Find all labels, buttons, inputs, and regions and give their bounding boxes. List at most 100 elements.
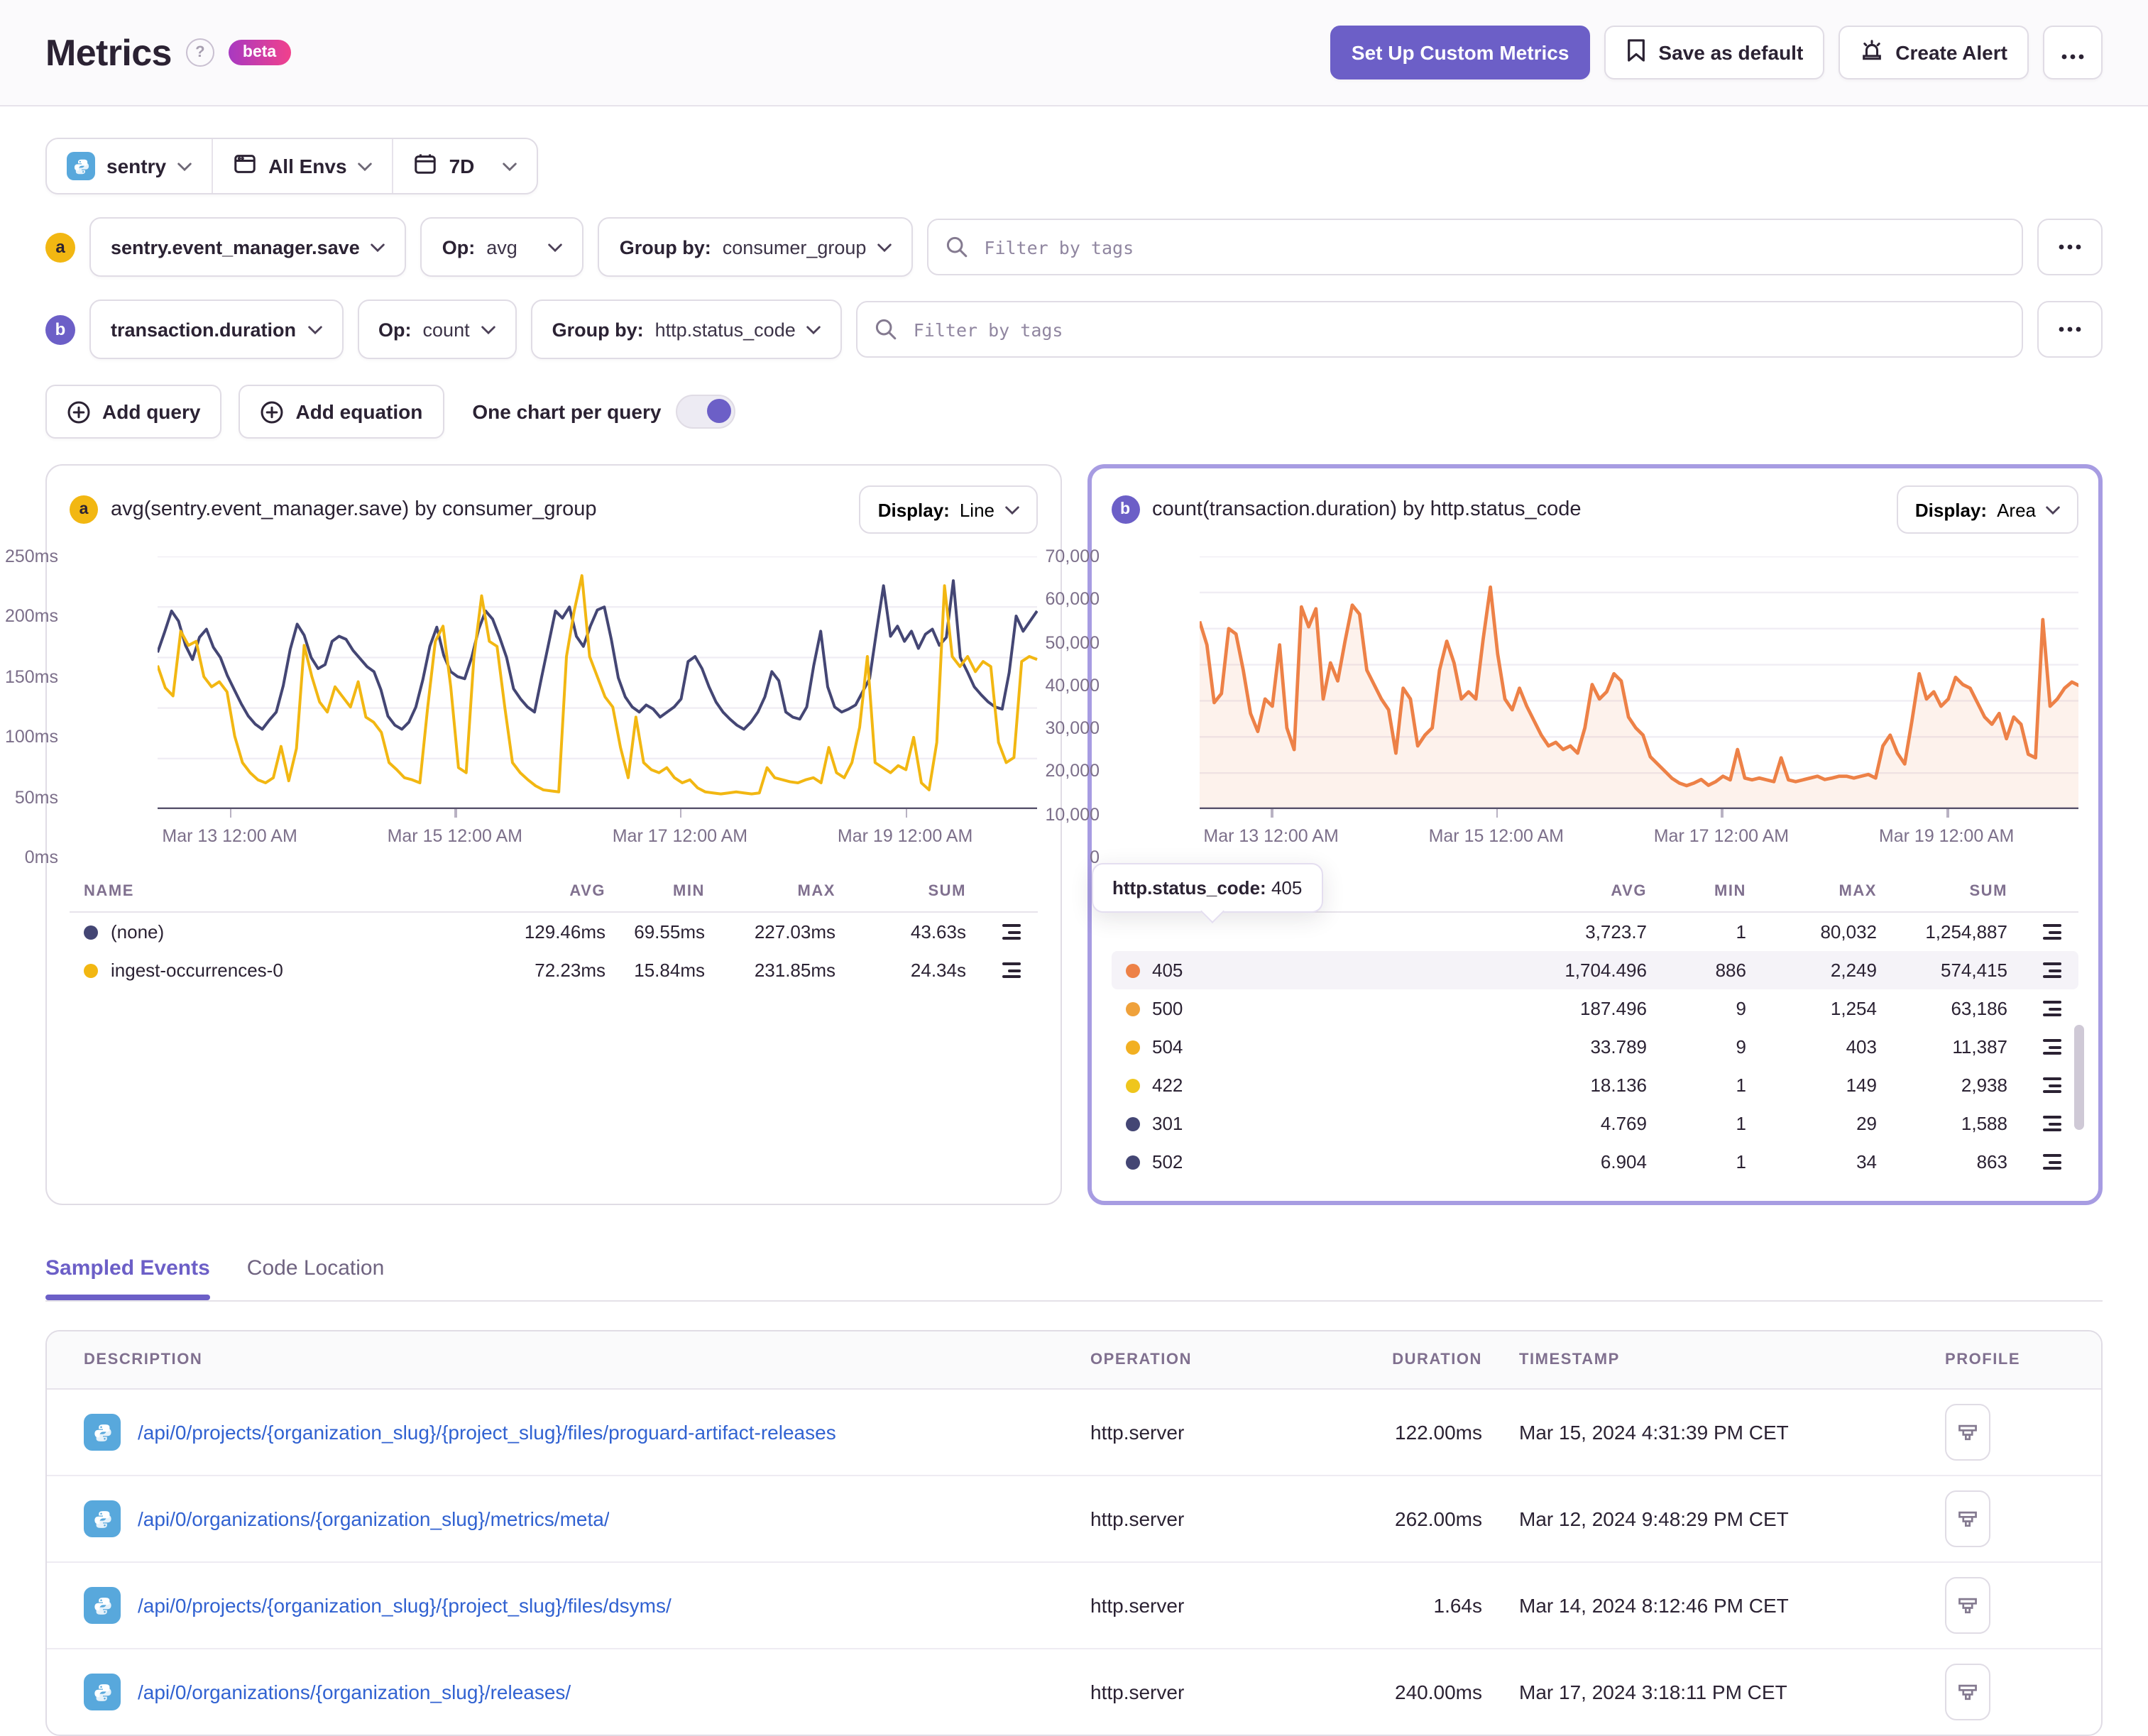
- series-name: 405: [1152, 960, 1183, 981]
- profile-button[interactable]: [1945, 1490, 1990, 1547]
- event-operation: http.server: [1090, 1421, 1185, 1444]
- series-menu-icon[interactable]: [2040, 996, 2064, 1021]
- series-dot: [1125, 1040, 1139, 1054]
- calendar-icon: [414, 152, 438, 180]
- op-select-a[interactable]: Op: avg: [420, 217, 584, 277]
- one-chart-per-query-toggle[interactable]: [675, 395, 735, 429]
- series-menu-icon[interactable]: [2040, 1150, 2064, 1174]
- tabs-divider: [45, 1300, 2103, 1302]
- tag-filter-input-a[interactable]: [981, 235, 2005, 259]
- metrics-page: Metrics ? beta Set Up Custom Metrics Sav…: [0, 0, 2148, 1736]
- series-row[interactable]: 502 6.904 1 34 863: [1111, 1143, 2078, 1181]
- series-name: 500: [1152, 998, 1183, 1019]
- event-description-link[interactable]: /api/0/projects/{organization_slug}/{pro…: [138, 1594, 672, 1617]
- op-value-b: count: [422, 319, 470, 340]
- groupby-select-a[interactable]: Group by: consumer_group: [598, 217, 914, 277]
- chevron-down-icon: [877, 243, 892, 252]
- metric-select-b[interactable]: transaction.duration: [89, 300, 344, 359]
- page-title: Metrics: [45, 31, 172, 73]
- series-menu-icon[interactable]: [2040, 1111, 2064, 1136]
- query-more-button-a[interactable]: [2037, 219, 2103, 275]
- project-selector[interactable]: sentry: [47, 139, 212, 193]
- series-row[interactable]: 422 18.136 1 149 2,938: [1111, 1066, 2078, 1104]
- profile-button[interactable]: [1945, 1664, 1990, 1720]
- one-chart-per-query-label: One chart per query: [472, 400, 662, 423]
- display-select-a[interactable]: Display: Line: [859, 485, 1037, 534]
- event-row: /api/0/projects/{organization_slug}/{pro…: [47, 1561, 2101, 1648]
- save-as-default-button[interactable]: Save as default: [1604, 26, 1825, 79]
- groupby-label: Group by:: [619, 236, 711, 258]
- series-name: 502: [1152, 1151, 1183, 1172]
- environment-selector[interactable]: All Envs: [212, 139, 393, 193]
- chart-title-a: avg(sentry.event_manager.save) by consum…: [111, 498, 597, 521]
- series-menu-icon[interactable]: [2040, 920, 2064, 944]
- python-project-icon: [67, 152, 95, 180]
- environment-selector-label: All Envs: [268, 155, 347, 177]
- date-range-selector[interactable]: 7D: [392, 139, 537, 193]
- display-select-b[interactable]: Display: Area: [1896, 485, 2078, 534]
- series-menu-icon[interactable]: [2040, 1073, 2064, 1097]
- series-row[interactable]: ingest-occurrences-0 72.23ms 15.84ms 231.8…: [70, 951, 1037, 989]
- series-dot: [1125, 963, 1139, 977]
- series-row[interactable]: 405 1,704.496 886 2,249 574,415: [1111, 951, 2078, 989]
- series-row[interactable]: (none) 129.46ms 69.55ms 227.03ms 43.63s: [70, 913, 1037, 951]
- setup-custom-metrics-button[interactable]: Set Up Custom Metrics: [1330, 26, 1591, 79]
- series-dot: [1125, 1155, 1139, 1169]
- display-value-a: Line: [959, 499, 994, 520]
- series-name: ingest-occurrences-0: [111, 960, 283, 981]
- tag-filter-input-b[interactable]: [910, 317, 2005, 341]
- chevron-down-icon: [371, 243, 385, 252]
- query-row-a: a sentry.event_manager.save Op: avg Grou…: [45, 217, 2103, 277]
- event-description-link[interactable]: /api/0/organizations/{organization_slug}…: [138, 1507, 610, 1530]
- chevron-down-icon: [807, 325, 821, 334]
- series-row[interactable]: 301 4.769 1 29 1,588: [1111, 1104, 2078, 1143]
- profile-button[interactable]: [1945, 1577, 1990, 1634]
- line-chart-a[interactable]: 0ms 50ms 100ms 150ms 200ms 250ms Mar 13 12:00…: [5, 546, 1037, 867]
- area-chart-b[interactable]: 0 10,000 20,000 30,000 40,000 50,000 60,000 70,…: [1046, 546, 2078, 867]
- chevron-down-icon: [503, 162, 517, 171]
- event-description-link[interactable]: /api/0/organizations/{organization_slug}…: [138, 1681, 571, 1703]
- hover-tooltip: http.status_code: 405: [1091, 863, 1324, 923]
- event-description-link[interactable]: /api/0/projects/{organization_slug}/{pro…: [138, 1421, 836, 1444]
- search-icon: [876, 319, 897, 340]
- query-badge-a: a: [45, 232, 75, 262]
- tab-code-location[interactable]: Code Location: [247, 1256, 385, 1300]
- charts-row: a avg(sentry.event_manager.save) by cons…: [5, 464, 2103, 1205]
- op-select-b[interactable]: Op: count: [357, 300, 517, 359]
- tab-sampled-events[interactable]: Sampled Events: [45, 1256, 210, 1300]
- x-axis-labels: Mar 13 12:00 AM Mar 15 12:00 AM Mar 17 12:…: [1203, 826, 2015, 846]
- chevron-down-icon: [1004, 505, 1019, 515]
- query-more-button-b[interactable]: [2037, 301, 2103, 358]
- create-alert-button[interactable]: Create Alert: [1839, 26, 2029, 79]
- create-alert-label: Create Alert: [1895, 41, 2007, 64]
- x-axis-ticks: [158, 809, 1037, 818]
- groupby-select-b[interactable]: Group by: http.status_code: [530, 300, 843, 359]
- query-row-b: b transaction.duration Op: count Group b…: [45, 300, 2103, 359]
- header-more-button[interactable]: [2043, 26, 2103, 79]
- project-selector-label: sentry: [106, 155, 167, 177]
- series-row[interactable]: 500 187.496 9 1,254 63,186: [1111, 989, 2078, 1028]
- series-dot: [1125, 1116, 1139, 1131]
- op-label: Op:: [442, 236, 476, 258]
- series-summary-table-b: http.status_code: 405 NAMEAVGMINMAXSUM 3…: [1091, 863, 2084, 1181]
- series-menu-icon[interactable]: [2040, 1035, 2064, 1059]
- series-dot: [84, 963, 98, 977]
- help-icon[interactable]: ?: [185, 38, 214, 67]
- series-menu-icon[interactable]: [999, 920, 1023, 944]
- series-row[interactable]: 3,723.7 1 80,032 1,254,887: [1111, 913, 2078, 951]
- query-badge-b: b: [45, 314, 75, 344]
- profile-button[interactable]: [1945, 1404, 1990, 1461]
- series-name: 301: [1152, 1113, 1183, 1134]
- metric-select-a[interactable]: sentry.event_manager.save: [89, 217, 407, 277]
- event-duration: 1.64s: [1433, 1594, 1483, 1617]
- series-name: 504: [1152, 1036, 1183, 1057]
- chart-card-b: b count(transaction.duration) by http.st…: [1046, 464, 2103, 1205]
- series-row[interactable]: 504 33.789 9 403 11,387: [1111, 1028, 2078, 1066]
- series-summary-table-a: NAME AVG MIN MAX SUM (none) 129.46ms 69.55ms 2…: [70, 877, 1037, 989]
- series-menu-icon[interactable]: [2040, 958, 2064, 982]
- table-scrollbar[interactable]: [2074, 1025, 2084, 1130]
- add-query-button[interactable]: Add query: [45, 385, 222, 439]
- add-equation-button[interactable]: Add equation: [239, 385, 444, 439]
- series-menu-icon[interactable]: [999, 958, 1023, 982]
- groupby-label: Group by:: [552, 319, 644, 340]
